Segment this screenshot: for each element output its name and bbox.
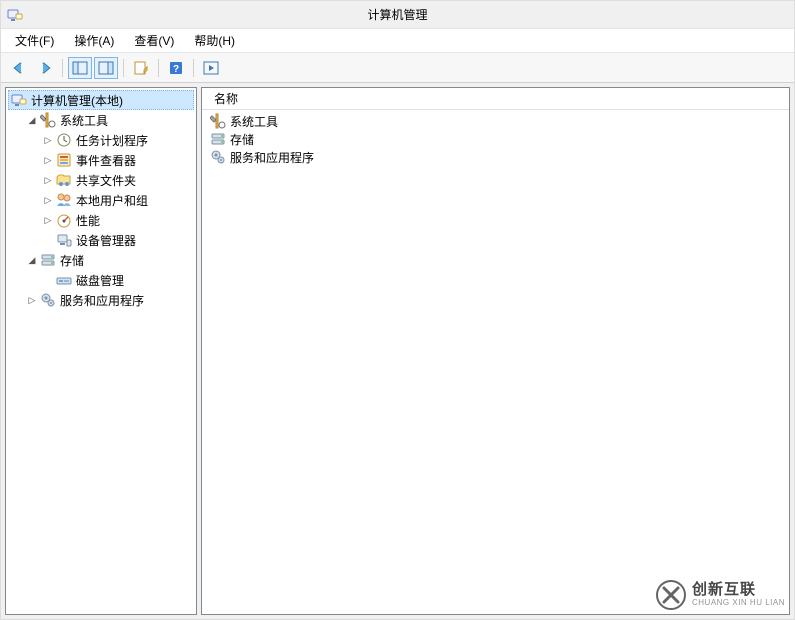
tree-node-system-tools[interactable]: ◢ 系统工具 xyxy=(8,110,194,130)
tree-label: 事件查看器 xyxy=(76,152,136,169)
watermark-cn: 创新互联 xyxy=(692,582,785,599)
tree-label: 系统工具 xyxy=(60,112,108,129)
titlebar: 计算机管理 xyxy=(1,1,794,29)
tree-node-local-users[interactable]: ▷ 本地用户和组 xyxy=(8,190,194,210)
tree-label: 计算机管理(本地) xyxy=(31,92,123,109)
expand-icon[interactable]: ▷ xyxy=(42,194,54,206)
toolbar-separator xyxy=(62,59,63,77)
clock-icon xyxy=(56,132,72,148)
list-header: 名称 xyxy=(202,88,789,110)
refresh-button[interactable] xyxy=(199,57,223,79)
tree-node-performance[interactable]: ▷ 性能 xyxy=(8,210,194,230)
list-item-label: 服务和应用程序 xyxy=(230,149,314,166)
expand-icon[interactable]: ▷ xyxy=(42,134,54,146)
disk-management-icon xyxy=(56,272,72,288)
toolbar-separator xyxy=(193,59,194,77)
window-frame: 计算机管理 文件(F) 操作(A) 查看(V) 帮助(H) ? xyxy=(0,0,795,620)
list-body: 系统工具 存储 服务和应用程序 xyxy=(202,110,789,168)
tools-icon xyxy=(40,112,56,128)
show-hide-tree-button[interactable] xyxy=(68,57,92,79)
help-button[interactable]: ? xyxy=(164,57,188,79)
watermark-text: 创新互联 CHUANG XIN HU LIAN xyxy=(692,582,785,607)
watermark-en: CHUANG XIN HU LIAN xyxy=(692,599,785,608)
menu-action[interactable]: 操作(A) xyxy=(64,29,124,52)
tree-label: 任务计划程序 xyxy=(76,132,148,149)
tree-label: 服务和应用程序 xyxy=(60,292,144,309)
tree-node-task-scheduler[interactable]: ▷ 任务计划程序 xyxy=(8,130,194,150)
watermark-logo-icon xyxy=(656,580,686,610)
toolbar: ? xyxy=(1,53,794,83)
storage-icon xyxy=(40,252,56,268)
list-item[interactable]: 存储 xyxy=(206,130,785,148)
expand-icon[interactable]: ▷ xyxy=(42,214,54,226)
expand-icon[interactable]: ▷ xyxy=(26,294,38,306)
menu-file[interactable]: 文件(F) xyxy=(5,29,64,52)
back-button[interactable] xyxy=(7,57,31,79)
users-icon xyxy=(56,192,72,208)
watermark: 创新互联 CHUANG XIN HU LIAN xyxy=(656,580,785,610)
expander-spacer xyxy=(42,234,54,246)
list-item-label: 系统工具 xyxy=(230,113,278,130)
column-name[interactable]: 名称 xyxy=(210,88,781,109)
tree-label: 设备管理器 xyxy=(76,232,136,249)
menubar: 文件(F) 操作(A) 查看(V) 帮助(H) xyxy=(1,29,794,53)
toolbar-separator xyxy=(158,59,159,77)
tree-node-event-viewer[interactable]: ▷ 事件查看器 xyxy=(8,150,194,170)
tree-label: 性能 xyxy=(76,212,100,229)
tree-node-services[interactable]: ▷ 服务和应用程序 xyxy=(8,290,194,310)
tree-node-root[interactable]: 计算机管理(本地) xyxy=(8,90,194,110)
tree-label: 存储 xyxy=(60,252,84,269)
menu-view[interactable]: 查看(V) xyxy=(124,29,184,52)
expand-icon[interactable]: ▷ xyxy=(42,154,54,166)
computer-management-icon xyxy=(11,92,27,108)
services-icon xyxy=(210,149,226,165)
tree: 计算机管理(本地) ◢ 系统工具 ▷ 任务计划程序 xyxy=(6,88,196,312)
tree-node-shared-folders[interactable]: ▷ 共享文件夹 xyxy=(8,170,194,190)
collapse-icon[interactable]: ◢ xyxy=(26,114,38,126)
tree-label: 共享文件夹 xyxy=(76,172,136,189)
list-item-label: 存储 xyxy=(230,131,254,148)
app-icon xyxy=(7,7,23,23)
storage-icon xyxy=(210,131,226,147)
menu-help[interactable]: 帮助(H) xyxy=(184,29,245,52)
services-icon xyxy=(40,292,56,308)
performance-icon xyxy=(56,212,72,228)
show-hide-action-button[interactable] xyxy=(94,57,118,79)
properties-button[interactable] xyxy=(129,57,153,79)
tree-node-device-manager[interactable]: 设备管理器 xyxy=(8,230,194,250)
expand-icon[interactable]: ▷ xyxy=(42,174,54,186)
tools-icon xyxy=(210,113,226,129)
content-area: 计算机管理(本地) ◢ 系统工具 ▷ 任务计划程序 xyxy=(1,83,794,619)
device-manager-icon xyxy=(56,232,72,248)
svg-text:?: ? xyxy=(173,64,179,75)
list-item[interactable]: 系统工具 xyxy=(206,112,785,130)
tree-label: 磁盘管理 xyxy=(76,272,124,289)
collapse-icon[interactable]: ◢ xyxy=(26,254,38,266)
list-item[interactable]: 服务和应用程序 xyxy=(206,148,785,166)
event-viewer-icon xyxy=(56,152,72,168)
forward-button[interactable] xyxy=(33,57,57,79)
shared-folder-icon xyxy=(56,172,72,188)
expander-spacer xyxy=(42,274,54,286)
tree-pane: 计算机管理(本地) ◢ 系统工具 ▷ 任务计划程序 xyxy=(5,87,197,615)
tree-node-disk-management[interactable]: 磁盘管理 xyxy=(8,270,194,290)
tree-label: 本地用户和组 xyxy=(76,192,148,209)
window-title: 计算机管理 xyxy=(29,6,766,23)
toolbar-separator xyxy=(123,59,124,77)
list-pane: 名称 系统工具 存储 xyxy=(201,87,790,615)
tree-node-storage[interactable]: ◢ 存储 xyxy=(8,250,194,270)
